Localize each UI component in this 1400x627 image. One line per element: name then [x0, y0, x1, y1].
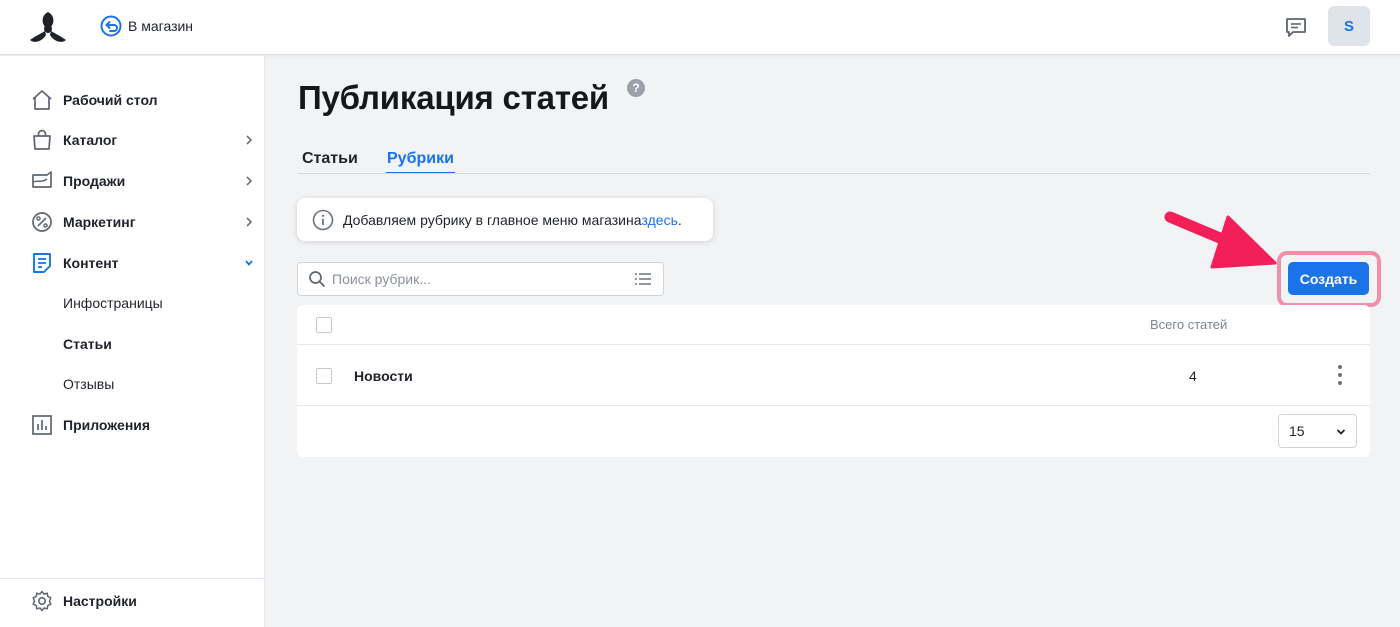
info-suffix: .	[677, 211, 682, 228]
top-bar: В магазин S	[0, 0, 1400, 55]
sidebar-item-catalog[interactable]: Каталог	[30, 125, 258, 155]
table-header: Всего статей	[297, 305, 1370, 345]
sidebar-item-label: Приложения	[63, 417, 151, 433]
sidebar-item-label: Маркетинг	[63, 214, 136, 230]
tab-articles[interactable]: Статьи	[302, 150, 358, 174]
sidebar-item-label: Контент	[63, 255, 119, 271]
table-row[interactable]: Новости 4	[297, 346, 1370, 406]
chevron-down-icon	[245, 260, 253, 266]
info-tooltip: Добавляем рубрику в главное меню магазин…	[297, 198, 713, 241]
back-to-store-link[interactable]: В магазин	[100, 15, 193, 37]
info-link[interactable]: здесь	[642, 212, 678, 228]
sidebar-item-content[interactable]: Контент	[30, 248, 258, 278]
select-all-checkbox[interactable]	[316, 317, 332, 333]
sidebar-item-dashboard[interactable]: Рабочий стол	[30, 85, 258, 115]
tabs-divider	[298, 173, 1370, 174]
search-icon	[309, 271, 325, 287]
info-text: Добавляем рубрику в главное меню магазин…	[343, 211, 642, 228]
sidebar-item-settings[interactable]: Настройки	[30, 586, 258, 616]
home-icon	[30, 88, 54, 112]
chat-icon[interactable]	[1284, 15, 1308, 39]
rubrics-table: Всего статей Новости 4 15	[297, 305, 1370, 457]
per-page-select[interactable]: 15	[1278, 414, 1357, 448]
row-checkbox[interactable]	[316, 368, 332, 384]
brand-logo-icon[interactable]	[28, 10, 68, 44]
sidebar-divider	[0, 578, 264, 579]
create-button[interactable]: Создать	[1288, 262, 1369, 295]
back-to-store-label: В магазин	[128, 18, 194, 34]
sidebar-item-label: Каталог	[63, 132, 118, 148]
pointer-arrow-annotation	[1164, 211, 1277, 269]
back-arrow-circle-icon	[100, 15, 122, 37]
sidebar-item-label: Рабочий стол	[63, 92, 158, 108]
sidebar-item-sales[interactable]: Продажи	[30, 166, 258, 196]
help-icon[interactable]: ?	[627, 79, 645, 97]
search-input[interactable]	[332, 271, 622, 287]
chevron-right-icon	[246, 135, 253, 145]
search-box	[297, 262, 664, 296]
info-icon	[312, 209, 334, 230]
page-title: Публикация статей	[298, 79, 610, 116]
sidebar-item-label: Продажи	[63, 173, 126, 189]
sidebar-item-marketing[interactable]: Маркетинг	[30, 207, 258, 237]
tab-rubrics[interactable]: Рубрики	[386, 150, 455, 174]
sidebar: Рабочий стол Каталог Продажи Маркетинг К…	[0, 56, 265, 627]
chevron-right-icon	[246, 176, 253, 186]
chevron-down-icon	[1336, 429, 1346, 435]
rubric-name[interactable]: Новости	[354, 368, 413, 384]
sidebar-item-apps[interactable]: Приложения	[30, 410, 258, 440]
more-options-icon[interactable]	[1335, 364, 1345, 386]
sidebar-item-label: Настройки	[63, 593, 137, 609]
rubric-article-count: 4	[1189, 368, 1197, 384]
sidebar-subitem-articles[interactable]: Статьи	[63, 332, 112, 356]
document-icon	[30, 251, 54, 275]
gear-icon	[30, 589, 54, 613]
filter-list-icon[interactable]	[635, 272, 651, 286]
bar-chart-icon	[30, 413, 54, 437]
percent-badge-icon	[30, 210, 54, 234]
chevron-right-icon	[246, 217, 253, 227]
sidebar-subitem-reviews[interactable]: Отзывы	[63, 372, 114, 396]
column-header-total-articles: Всего статей	[1150, 317, 1228, 332]
per-page-value: 15	[1289, 423, 1305, 439]
sidebar-subitem-infopages[interactable]: Инфостраницы	[63, 291, 163, 315]
user-avatar[interactable]: S	[1328, 6, 1370, 46]
shopping-bag-icon	[30, 128, 54, 152]
sales-box-icon	[30, 169, 54, 193]
